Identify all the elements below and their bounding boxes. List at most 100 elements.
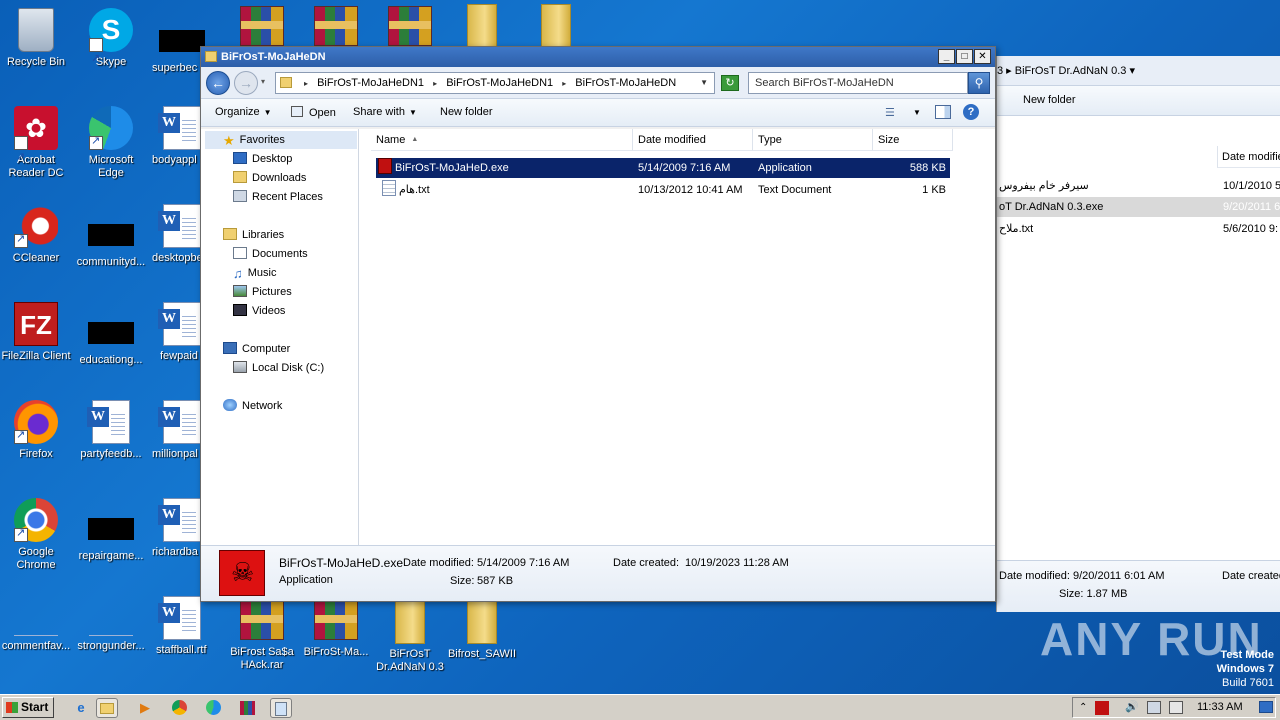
breadcrumb-item[interactable]: BiFrOsT-MoJaHeDN [575,77,676,89]
title-bar[interactable]: BiFrOsT-MoJaHeDN _ □ ✕ [201,47,995,67]
minimize-button[interactable]: _ [938,49,955,64]
search-input[interactable]: Search BiFrOsT-MoJaHeDN [748,72,968,94]
desktop-icon-chrome[interactable]: Google Chrome [0,498,72,572]
breadcrumb-separator-icon[interactable]: ▸ [562,79,566,88]
maximize-button[interactable]: □ [956,49,973,64]
show-desktop-icon[interactable] [1259,701,1273,713]
speaker-icon[interactable]: 🔊 [1125,698,1139,717]
recent-pages-dropdown[interactable]: ▾ [261,77,265,86]
view-options-icon[interactable]: ☰ [885,106,895,119]
file-row[interactable]: هام.txt 10/13/2012 10:41 AM Text Documen… [376,180,950,200]
nav-desktop[interactable]: Desktop [233,152,292,165]
explorer-taskbar-icon[interactable] [96,698,118,718]
column-header-date-modified[interactable]: Date modified [633,129,753,151]
desktop-icon-strongunder[interactable]: strongunder... [75,600,147,653]
ie-icon[interactable]: e [70,698,92,718]
breadcrumb-separator-icon[interactable]: ▸ [304,79,308,88]
nav-videos[interactable]: Videos [233,304,285,317]
desktop-icon-repairgame[interactable]: repairgame... [75,506,147,563]
explorer-window[interactable]: BiFrOsT-MoJaHeDN _ □ ✕ ← → ▾ ▸ BiFrOsT-M… [200,46,996,602]
nav-network[interactable]: Network [223,399,282,412]
navigation-pane[interactable]: ★ Favorites Desktop Downloads Recent Plac… [201,129,359,545]
chrome-taskbar-icon[interactable] [168,698,190,718]
nav-documents[interactable]: Documents [233,247,308,260]
tray-app-icon[interactable] [1095,701,1109,715]
desktop-icon-bifrost-sawii[interactable]: Bifrost_SAWII [446,600,518,661]
ccleaner-icon [14,204,58,248]
background-explorer-window[interactable]: 3 ▸ BiFrOsT Dr.AdNaN 0.3 ▾ New folder Da… [996,56,1280,612]
preview-pane-icon[interactable] [935,105,951,119]
column-header-type[interactable]: Type [753,129,873,151]
desktop-icon-label: educationg... [79,354,143,366]
desktop-icon-educationg[interactable]: educationg... [75,310,147,367]
desktop-icon-recycle-bin[interactable]: Recycle Bin [0,8,72,69]
start-button[interactable]: Start [2,697,54,718]
nav-favorites[interactable]: ★ Favorites [223,133,285,148]
word-document-icon: W [158,204,201,248]
bg-col-date-modified[interactable]: Date modifie [1222,151,1280,163]
bg-file-row[interactable]: ملاح.txt 5/6/2010 9: [997,219,1280,239]
power-icon[interactable] [1169,701,1183,714]
desktop-icon-communityd[interactable]: communityd... [75,212,147,269]
desktop-icon-firefox[interactable]: Firefox [0,400,72,461]
column-header-name[interactable]: Name ▲ [371,129,633,151]
bg-breadcrumb[interactable]: BiFrOsT Dr.AdNaN 0.3 [1015,65,1127,77]
desktop-icon-label: Recycle Bin [6,56,66,68]
filezilla-icon: FZ [14,302,58,346]
help-icon[interactable]: ? [963,104,979,120]
desktop-icon-ccleaner[interactable]: CCleaner [0,204,72,265]
back-button[interactable]: ← [206,71,230,95]
desktop-icon-staffball[interactable]: W staffball.rtf [146,596,218,657]
nav-downloads[interactable]: Downloads [233,171,306,184]
nav-computer[interactable]: Computer [223,342,290,355]
show-hidden-icons-icon[interactable]: ⌃ [1079,698,1087,717]
desktop-icon-folder-top-1[interactable] [446,4,518,52]
bg-new-folder-button[interactable]: New folder [1023,94,1076,106]
organize-button[interactable]: Organize ▼ [215,106,272,118]
notepad-taskbar-icon[interactable] [270,698,292,718]
new-folder-button[interactable]: New folder [440,106,493,118]
column-header-size[interactable]: Size [873,129,953,151]
breadcrumb-item[interactable]: BiFrOsT-MoJaHeDN1 [446,77,553,89]
desktop-icon-commentfav[interactable]: commentfav... [0,600,72,653]
desktop-icon-label: BiFrOsT Dr.AdNaN 0.3 [376,648,444,673]
edge-taskbar-icon[interactable] [202,698,224,718]
refresh-button[interactable]: ↻ [721,75,739,91]
nav-pictures[interactable]: Pictures [233,285,292,298]
nav-local-disk[interactable]: Local Disk (C:) [233,361,324,374]
address-bar[interactable]: ▸ BiFrOsT-MoJaHeDN1 ▸ BiFrOsT-MoJaHeDN1 … [275,72,715,94]
close-button[interactable]: ✕ [974,49,991,64]
desktop-icon-skype[interactable]: S Skype [75,8,147,81]
breadcrumb-separator-icon[interactable]: ▸ [433,79,437,88]
nav-recent-places[interactable]: Recent Places [233,190,323,203]
search-icon[interactable]: ⚲ [968,72,990,94]
address-dropdown-icon[interactable]: ▼ [700,73,708,93]
breadcrumb-item[interactable]: BiFrOsT-MoJaHeDN1 [317,77,424,89]
share-with-button[interactable]: Share with ▼ [353,106,417,118]
bg-details-created: Date created [1222,570,1280,582]
nav-libraries[interactable]: Libraries [223,228,284,241]
forward-button[interactable]: → [234,71,258,95]
desktop-icon-bifrost-adnan[interactable]: BiFrOsT Dr.AdNaN 0.3 [374,600,446,674]
open-button[interactable]: Open [291,106,336,119]
desktop-icon-folder-top-2[interactable] [520,4,592,52]
network-tray-icon[interactable] [1147,701,1161,714]
chevron-down-icon[interactable]: ▼ [913,108,921,117]
acrobat-icon: ✿ [14,106,58,179]
taskbar: Start e ▶ ⌃ 🔊 11:33 AM [0,694,1280,720]
desktop-icon-acrobat[interactable]: ✿ Acrobat Reader DC [0,106,72,180]
desktop-icon-bifrost-sasa[interactable]: BiFrost Sa$a HAck.rar [226,600,298,672]
desktop-icon-partyfeedb[interactable]: W partyfeedb... [75,400,147,461]
file-row[interactable]: BiFrOsT-MoJaHeD.exe 5/14/2009 7:16 AM Ap… [376,158,950,178]
bg-file-row[interactable]: oT Dr.AdNaN 0.3.exe 9/20/2011 6 [997,197,1280,217]
file-list[interactable]: Name ▲ Date modified Type Size BiFrOsT-Mo… [361,129,995,545]
word-document-icon: W [158,596,201,640]
desktop-icon-edge[interactable]: Microsoft Edge [75,106,147,180]
media-player-icon[interactable]: ▶ [134,698,156,718]
bg-file-row[interactable]: سيرفر خام بيفروس 10/1/2010 5 [997,176,1280,196]
desktop-icon-bifrost-ma[interactable]: BiFroSt-Ma... [300,600,372,659]
desktop-icon-filezilla[interactable]: FZ FileZilla Client [0,302,72,363]
winrar-taskbar-icon[interactable] [236,698,258,718]
clock[interactable]: 11:33 AM [1197,698,1243,717]
nav-music[interactable]: ♫ Music [233,266,276,281]
